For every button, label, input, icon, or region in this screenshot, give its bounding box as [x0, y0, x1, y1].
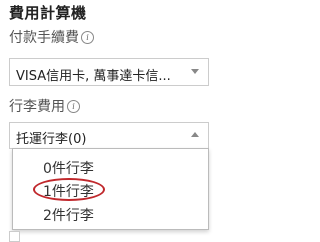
fee-calculator-title: 費用計算機 — [9, 4, 87, 22]
baggage-value: 托運行李(0) — [16, 132, 87, 147]
baggage-fee-label: 行李費用 i — [9, 96, 80, 116]
chevron-up-icon — [191, 132, 199, 137]
baggage-option-2[interactable]: 2件行李 — [43, 205, 94, 225]
payment-method-value: VISA信用卡, 萬事達卡信... — [16, 69, 171, 84]
payment-method-select[interactable]: VISA信用卡, 萬事達卡信... — [9, 58, 209, 86]
payment-fee-label: 付款手續費 i — [9, 27, 94, 47]
payment-fee-label-text: 付款手續費 — [9, 30, 79, 46]
highlight-circle-annotation — [33, 178, 105, 201]
chevron-down-icon — [191, 69, 199, 74]
baggage-dropdown-menu: 0件行李 1件行李 2件行李 — [12, 148, 209, 230]
baggage-fee-label-text: 行李費用 — [9, 99, 65, 115]
info-icon[interactable]: i — [81, 30, 94, 44]
baggage-option-0[interactable]: 0件行李 — [43, 158, 94, 178]
baggage-select[interactable]: 托運行李(0) — [9, 122, 209, 149]
info-icon[interactable]: i — [67, 99, 80, 113]
obscured-checkbox[interactable] — [9, 231, 20, 242]
